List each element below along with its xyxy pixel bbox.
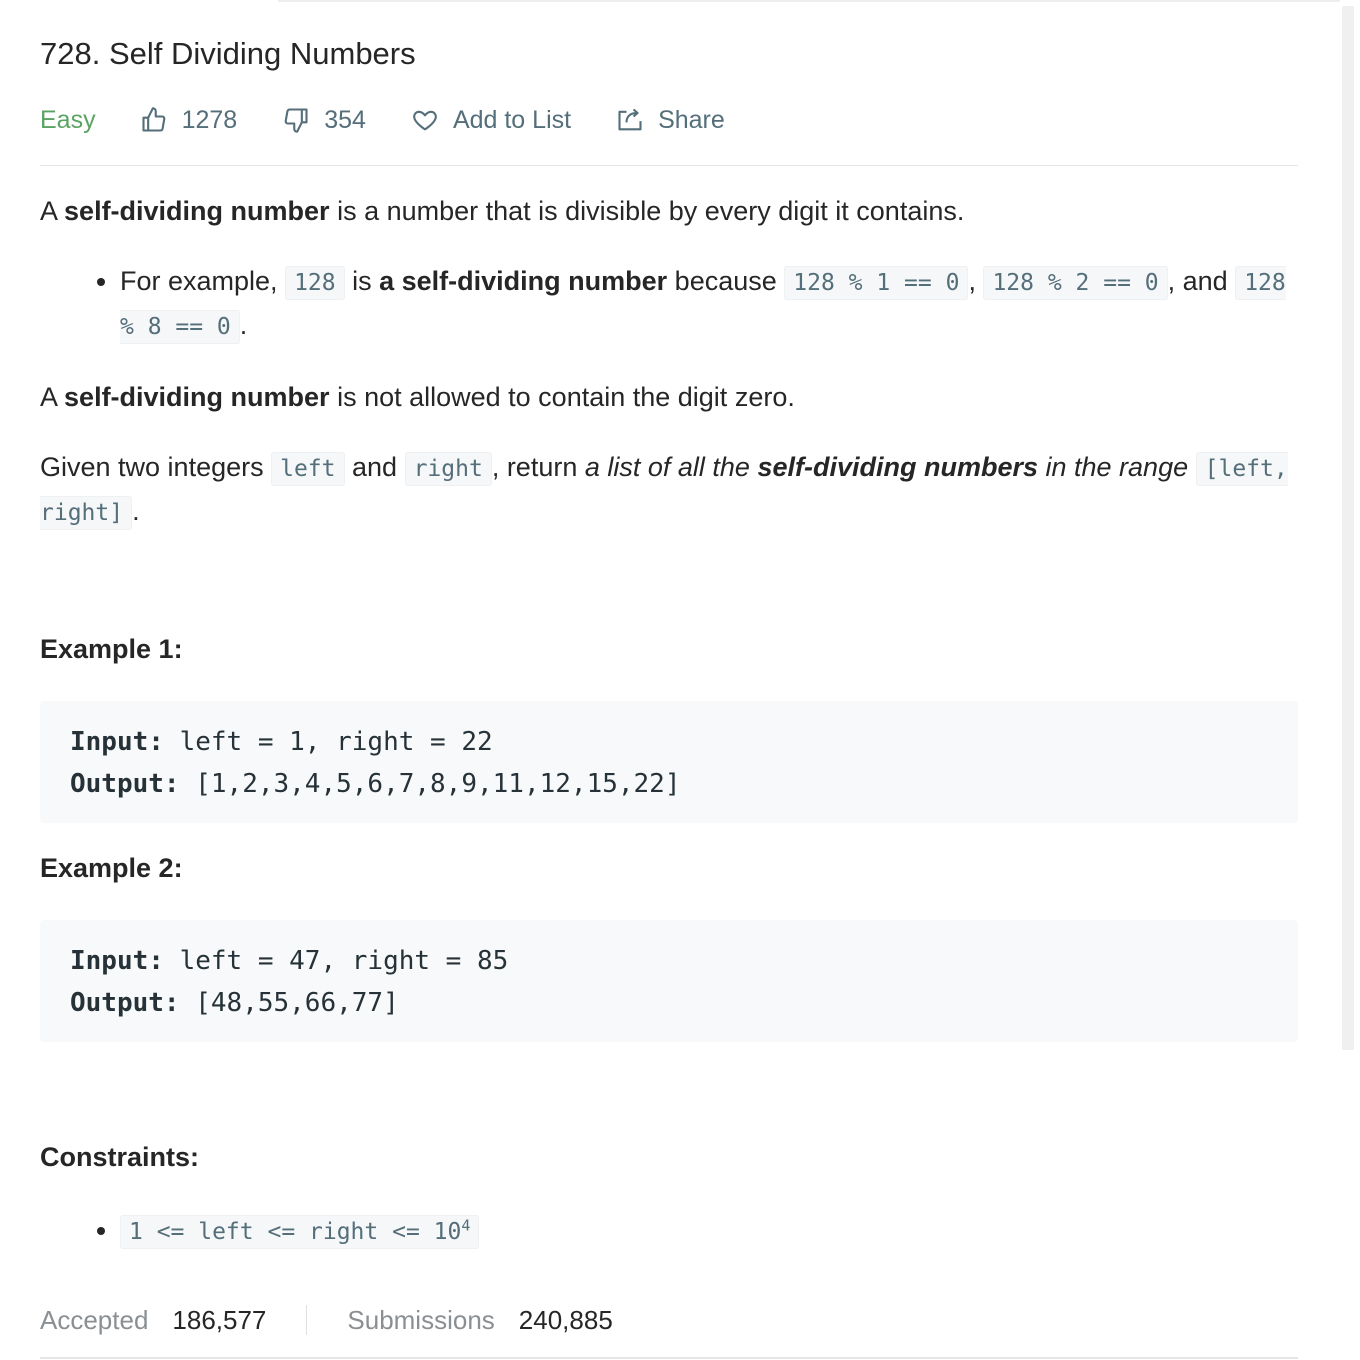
text: , return <box>491 452 585 482</box>
text: A <box>40 196 65 226</box>
constraint-text: 1 <= left <= right <= 10 <box>129 1219 462 1245</box>
output-label: Output: <box>70 769 180 799</box>
example-bullet-list: For example, 128 is a self-dividing numb… <box>40 260 1298 348</box>
thumbs-down-icon <box>284 108 308 133</box>
submission-stats: Accepted 186,577 Submissions 240,885 <box>40 1300 613 1340</box>
constraint-code: 1 <= left <= right <= 104 <box>120 1215 480 1249</box>
statement-paragraph-2: A self-dividing number is not allowed to… <box>40 376 1298 418</box>
text <box>1188 452 1196 482</box>
statement-paragraph-1: A self-dividing number is a number that … <box>40 190 1298 232</box>
top-border <box>278 0 1340 2</box>
problem-statement: A self-dividing number is a number that … <box>40 190 1298 534</box>
share-button[interactable]: Share <box>616 106 725 135</box>
stats-separator <box>306 1305 308 1335</box>
scrollbar[interactable] <box>1342 6 1354 1050</box>
inline-code: right <box>404 452 492 486</box>
add-to-list-label: Add to List <box>452 105 572 134</box>
output-value: [48,55,66,77] <box>179 988 399 1018</box>
inline-code: left <box>271 452 345 486</box>
text: , and <box>1167 266 1236 296</box>
share-label: Share <box>658 105 725 134</box>
text: . <box>239 310 248 340</box>
accepted-label: Accepted <box>40 1304 149 1335</box>
problem-title: 728. Self Dividing Numbers <box>40 36 416 71</box>
like-button[interactable]: 1278 <box>140 105 238 135</box>
inline-code: 128 % 2 == 0 <box>983 266 1168 300</box>
list-item: 1 <= left <= right <= 104 <box>120 1208 480 1254</box>
example-1-block: Input: left = 1, right = 22 Output: [1,2… <box>40 701 1298 823</box>
output-label: Output: <box>70 988 180 1018</box>
text: because <box>667 266 785 296</box>
text: , <box>968 266 984 296</box>
inline-code: 128 <box>285 266 345 300</box>
bold-term: a self-dividing number <box>379 266 668 296</box>
bold-term: self-dividing number <box>64 196 330 226</box>
text: . <box>132 496 140 526</box>
text: For example, <box>120 266 286 296</box>
example-2-block: Input: left = 47, right = 85 Output: [48… <box>40 920 1298 1042</box>
submissions-count: 240,885 <box>518 1304 613 1335</box>
add-to-list-button[interactable]: Add to List <box>411 106 571 135</box>
italic-text: in the range <box>1038 452 1189 482</box>
input-label: Input: <box>70 727 164 757</box>
footer-divider <box>40 1357 1298 1359</box>
text: and <box>344 452 405 482</box>
italic-text: a list of all the <box>584 452 758 482</box>
example-1-heading: Example 1: <box>40 634 183 664</box>
text: is a number that is divisible by every d… <box>329 196 965 226</box>
heart-icon <box>413 110 437 131</box>
thumbs-up-icon <box>142 107 165 132</box>
statement-paragraph-3: Given two integers left and right, retur… <box>40 446 1298 534</box>
dislike-count: 354 <box>324 105 366 134</box>
accepted-count: 186,577 <box>172 1304 267 1335</box>
problem-meta-bar: Easy 1278 354 Add to List Share <box>40 100 770 140</box>
inline-code: 128 % 1 == 0 <box>784 266 969 300</box>
bold-italic-term: self-dividing numbers <box>757 452 1038 482</box>
like-count: 1278 <box>181 105 238 134</box>
submissions-label: Submissions <box>347 1304 495 1335</box>
input-label: Input: <box>70 946 164 976</box>
difficulty-badge: Easy <box>40 105 96 134</box>
share-icon <box>618 108 642 131</box>
list-item: For example, 128 is a self-dividing numb… <box>120 260 1298 348</box>
example-2-heading: Example 2: <box>40 853 183 883</box>
text: is not allowed to contain the digit zero… <box>329 382 795 412</box>
text: A <box>40 382 65 412</box>
input-value: left = 47, right = 85 <box>163 946 509 976</box>
input-value: left = 1, right = 22 <box>163 727 493 757</box>
constraints-list: 1 <= left <= right <= 104 <box>40 1208 480 1254</box>
constraints-heading: Constraints: <box>40 1142 200 1172</box>
text: is <box>344 266 380 296</box>
output-value: [1,2,3,4,5,6,7,8,9,11,12,15,22] <box>179 769 681 799</box>
exponent: 4 <box>461 1216 471 1235</box>
dislike-button[interactable]: 354 <box>282 106 366 135</box>
header-divider <box>40 165 1298 166</box>
bold-term: self-dividing number <box>64 382 330 412</box>
text: Given two integers <box>40 452 272 482</box>
